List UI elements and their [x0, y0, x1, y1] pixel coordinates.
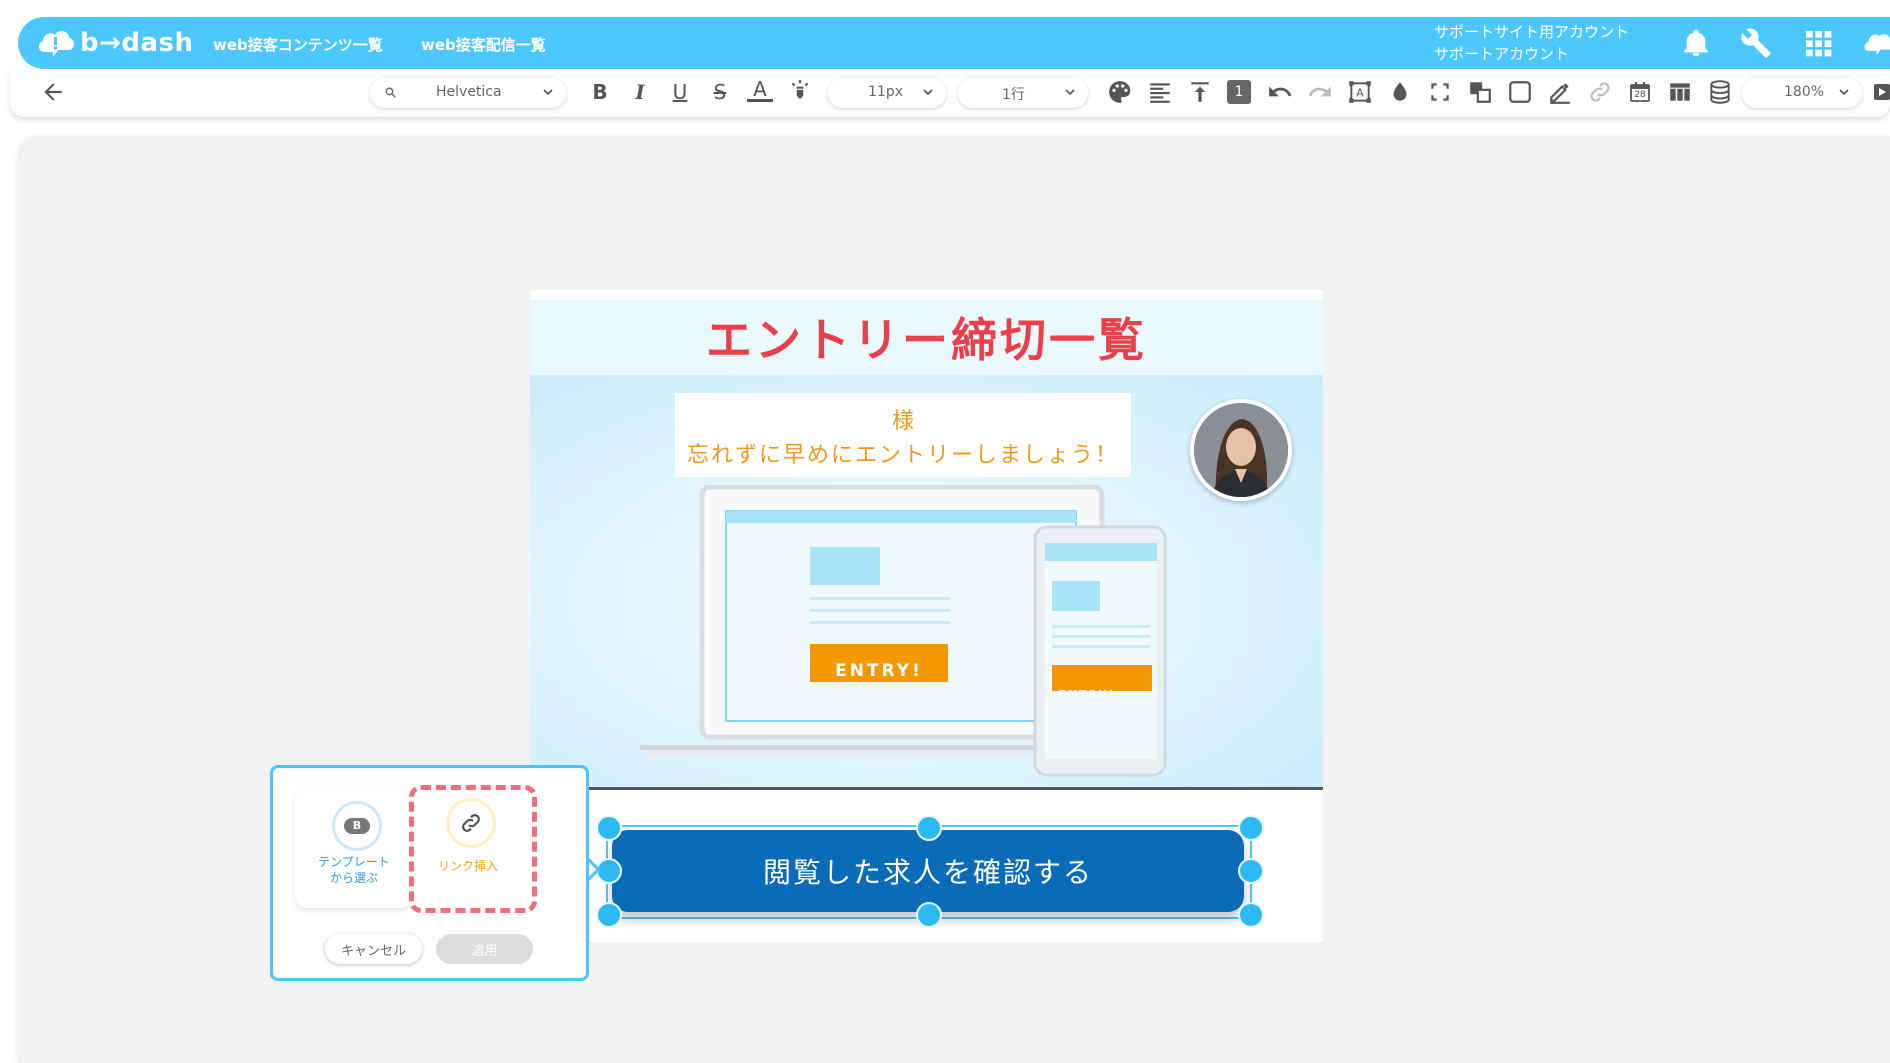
bdash-logo[interactable]: b→dash: [36, 25, 194, 61]
font-size-select[interactable]: 11px: [828, 78, 946, 108]
top-navigation-bar: b→dash web接客コンテンツ一覧 web接客配信一覧 サポートサイト用アカ…: [18, 17, 1890, 69]
link-action-popover: B テンプレート から選ぶ リンク挿入 キャンセル 適用: [270, 765, 589, 981]
line-height-select[interactable]: 1行: [958, 78, 1088, 108]
resize-handle-left[interactable]: [596, 858, 622, 884]
underline-icon[interactable]: U: [667, 79, 693, 105]
search-icon: [385, 87, 396, 98]
email-title[interactable]: エントリー締切一覧: [530, 304, 1323, 370]
resize-handle-top[interactable]: [916, 815, 942, 841]
logo-text: b→dash: [80, 28, 194, 58]
italic-icon[interactable]: I: [627, 79, 653, 105]
insert-link-card[interactable]: リンク挿入: [409, 785, 537, 913]
back-arrow-icon[interactable]: [40, 79, 66, 105]
chevron-down-icon: [1065, 89, 1075, 96]
template-icon-ring: B: [332, 801, 382, 851]
editor-toolbar: Helvetica B I U S A 11px 1行 1 A 28 180%: [10, 69, 1890, 117]
line-height-value: 1行: [1002, 87, 1025, 103]
choose-template-label: テンプレート から選ぶ: [295, 854, 413, 886]
font-size-value: 11px: [868, 84, 903, 100]
align-left-icon[interactable]: [1147, 79, 1173, 105]
pen-icon[interactable]: [1547, 79, 1573, 105]
logo-cloud-icon: [38, 31, 75, 57]
phone-entry-label: ENTRY!: [1058, 688, 1116, 701]
account-site-name: サポートサイト用アカウント: [1434, 23, 1630, 41]
redo-icon[interactable]: [1307, 79, 1333, 105]
border-icon[interactable]: [1507, 79, 1533, 105]
insert-link-label: リンク挿入: [437, 859, 498, 873]
chevron-down-icon: [923, 89, 933, 96]
choose-template-card[interactable]: B テンプレート から選ぶ: [295, 790, 413, 908]
hero-area[interactable]: 様 忘れずに早めにエントリーしましょう！ ENTRY! ENTRY!: [530, 375, 1323, 787]
avatar-portrait: [1194, 403, 1288, 497]
undo-icon[interactable]: [1267, 79, 1293, 105]
nav-web-contents-list[interactable]: web接客コンテンツ一覧: [213, 34, 383, 55]
link-icon[interactable]: [1587, 79, 1613, 105]
greeting-text: 様: [891, 409, 914, 434]
vertical-align-top-icon[interactable]: [1187, 79, 1213, 105]
zoom-select[interactable]: 180%: [1742, 78, 1862, 108]
link-icon: [462, 814, 480, 832]
nav-web-delivery-list[interactable]: web接客配信一覧: [421, 34, 546, 55]
template-b-icon: B: [344, 818, 370, 834]
resize-handle-top-right[interactable]: [1238, 815, 1264, 841]
avatar[interactable]: [1190, 399, 1292, 501]
user-cloud-icon[interactable]: [1862, 27, 1890, 59]
link-icon-ring: [446, 798, 496, 848]
laptop-entry-label: ENTRY!: [835, 661, 923, 681]
bell-icon[interactable]: [1680, 27, 1712, 59]
apps-grid-icon[interactable]: [1802, 27, 1834, 59]
svg-text:A: A: [1356, 86, 1364, 99]
resize-handle-bottom-right[interactable]: [1238, 902, 1264, 928]
template-label-line1: テンプレート: [318, 855, 390, 869]
chevron-down-icon: [1839, 89, 1849, 96]
strikethrough-icon[interactable]: S: [707, 79, 733, 105]
calendar-icon[interactable]: 28: [1627, 79, 1653, 105]
resize-handle-right[interactable]: [1238, 858, 1264, 884]
highlight-icon[interactable]: [787, 79, 813, 105]
chevron-down-icon: [543, 89, 553, 96]
account-user-name: サポートアカウント: [1434, 45, 1570, 63]
account-info[interactable]: サポートサイト用アカウント サポートアカウント: [1434, 21, 1629, 65]
resize-handle-bottom-left[interactable]: [596, 902, 622, 928]
message-text: 忘れずに早めにエントリーしましょう！: [686, 443, 1119, 468]
font-family-value: Helvetica: [436, 84, 502, 100]
fill-drop-icon[interactable]: [1387, 79, 1413, 105]
resize-handle-bottom[interactable]: [916, 902, 942, 928]
palette-icon[interactable]: [1107, 79, 1133, 105]
zoom-value: 180%: [1784, 84, 1825, 100]
calendar-day: 28: [1634, 90, 1646, 100]
layer-order-icon[interactable]: [1467, 79, 1493, 105]
message-box[interactable]: 様 忘れずに早めにエントリーしましょう！: [675, 393, 1131, 477]
font-family-select[interactable]: Helvetica: [370, 78, 566, 108]
cta-button[interactable]: 閲覧した求人を確認する: [612, 830, 1244, 912]
device-illustration: [640, 485, 1167, 777]
fullscreen-icon[interactable]: [1427, 79, 1453, 105]
divider-line: [530, 787, 1323, 790]
resize-handle-top-left[interactable]: [596, 815, 622, 841]
text-color-icon[interactable]: A: [747, 77, 773, 102]
cancel-button[interactable]: キャンセル: [325, 934, 422, 964]
table-icon[interactable]: [1667, 79, 1693, 105]
preview-play-icon[interactable]: [1872, 79, 1890, 105]
apply-button[interactable]: 適用: [436, 934, 533, 964]
template-label-line2: から選ぶ: [329, 871, 378, 885]
bold-icon[interactable]: B: [587, 79, 613, 105]
wrench-icon[interactable]: [1740, 27, 1772, 59]
database-icon[interactable]: [1707, 79, 1733, 105]
text-frame-icon[interactable]: A: [1347, 79, 1373, 105]
layer-number-badge[interactable]: 1: [1227, 80, 1251, 104]
